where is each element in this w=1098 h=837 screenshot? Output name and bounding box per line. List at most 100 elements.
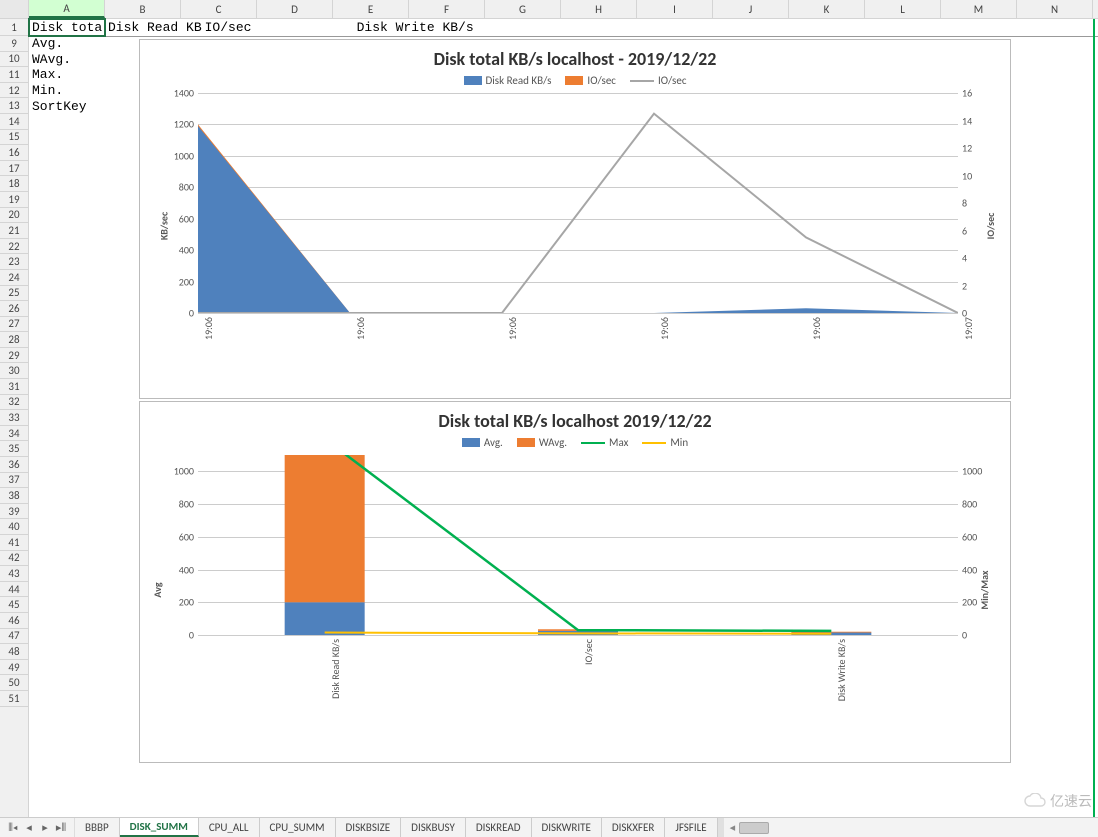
row-header-44[interactable]: 44 [0,582,28,598]
cell-A11[interactable]: Max. [29,67,105,83]
row-header-38[interactable]: 38 [0,488,28,504]
cell-D1[interactable] [278,19,354,36]
col-header-B[interactable]: B [105,0,181,18]
row-header-47[interactable]: 47 [0,629,28,645]
legend-swatch [462,438,480,447]
sheet-tab-diskread[interactable]: DISKREAD [466,818,532,837]
sheet-tab-jfsfile[interactable]: JFSFILE [665,818,717,837]
cell-E1[interactable]: Disk Write KB/s [354,19,474,36]
row-header-30[interactable]: 30 [0,363,28,379]
cell-A10[interactable]: WAvg. [29,52,105,68]
row-header-46[interactable]: 46 [0,613,28,629]
row-header-25[interactable]: 25 [0,286,28,302]
chart-legend: Avg. WAvg. Max Min [140,434,1010,455]
row-header-36[interactable]: 36 [0,457,28,473]
sheet-tab-diskbsize[interactable]: DISKBSIZE [336,818,402,837]
row-header-27[interactable]: 27 [0,317,28,333]
scroll-thumb[interactable] [739,822,769,834]
row-header-22[interactable]: 22 [0,239,28,255]
row-header-10[interactable]: 10 [0,52,28,68]
col-header-E[interactable]: E [333,0,409,18]
row-header-11[interactable]: 11 [0,67,28,83]
row-header-34[interactable]: 34 [0,426,28,442]
row-header-29[interactable]: 29 [0,348,28,364]
cell-B1[interactable]: Disk Read KB [105,19,202,36]
row-header-42[interactable]: 42 [0,551,28,567]
row-header-43[interactable]: 43 [0,566,28,582]
row-header-23[interactable]: 23 [0,254,28,270]
col-header-C[interactable]: C [181,0,257,18]
row-header-24[interactable]: 24 [0,270,28,286]
grid-area[interactable]: 1910111213141516171819202122232425262728… [0,19,1098,817]
row-header-16[interactable]: 16 [0,145,28,161]
col-header-G[interactable]: G [485,0,561,18]
horizontal-scrollbar[interactable]: ◂ [724,818,1098,837]
chart-title: Disk total KB/s localhost 2019/12/22 [140,402,1010,434]
col-header-A[interactable]: A [29,0,105,18]
legend-swatch [642,442,666,444]
x-axis-labels: 19:0619:0619:0619:0619:0619:07 [198,313,960,359]
row-header-48[interactable]: 48 [0,644,28,660]
col-header-M[interactable]: M [941,0,1017,18]
row-header-14[interactable]: 14 [0,114,28,130]
tab-nav-first-icon[interactable]: ⦀◂ [6,821,20,835]
chart-1[interactable]: Disk total KB/s localhost - 2019/12/22 D… [139,39,1011,399]
row-header-35[interactable]: 35 [0,441,28,457]
col-header-H[interactable]: H [561,0,637,18]
row-header-21[interactable]: 21 [0,223,28,239]
row-header-15[interactable]: 15 [0,130,28,146]
row-header-13[interactable]: 13 [0,98,28,114]
row-header-1[interactable]: 1 [0,19,28,36]
col-header-K[interactable]: K [789,0,865,18]
cells[interactable]: Disk tota Disk Read KB IO/sec Disk Write… [29,19,1098,817]
row-header-19[interactable]: 19 [0,192,28,208]
col-header-L[interactable]: L [865,0,941,18]
row-header-20[interactable]: 20 [0,208,28,224]
row-header-26[interactable]: 26 [0,301,28,317]
row-header-12[interactable]: 12 [0,83,28,99]
cell-A13[interactable]: SortKey [29,98,105,114]
legend-item: IO/sec [565,74,616,87]
cell-C1[interactable]: IO/sec [202,19,278,36]
row-header-41[interactable]: 41 [0,535,28,551]
col-header-F[interactable]: F [409,0,485,18]
row-header-50[interactable]: 50 [0,675,28,691]
row-header-51[interactable]: 51 [0,691,28,707]
sheet-tab-cpu_summ[interactable]: CPU_SUMM [260,818,336,837]
row-header-40[interactable]: 40 [0,519,28,535]
col-header-D[interactable]: D [257,0,333,18]
row-header-49[interactable]: 49 [0,660,28,676]
row-header-18[interactable]: 18 [0,176,28,192]
col-header-N[interactable]: N [1017,0,1093,18]
row-header-31[interactable]: 31 [0,379,28,395]
tab-nav-next-icon[interactable]: ▸ [38,821,52,835]
cell-A9[interactable]: Avg. [29,36,105,52]
cell-A12[interactable]: Min. [29,83,105,99]
col-header-I[interactable]: I [637,0,713,18]
sheet-tab-diskxfer[interactable]: DISKXFER [602,818,665,837]
sheet-tab-diskwrite[interactable]: DISKWRITE [532,818,602,837]
select-all-corner[interactable] [0,0,29,18]
chart-2[interactable]: Disk total KB/s localhost 2019/12/22 Avg… [139,401,1011,763]
sheet-tab-diskbusy[interactable]: DISKBUSY [401,818,466,837]
row-header-9[interactable]: 9 [0,36,28,52]
row-header-39[interactable]: 39 [0,504,28,520]
row-header-32[interactable]: 32 [0,395,28,411]
row-header-28[interactable]: 28 [0,332,28,348]
row-header-33[interactable]: 33 [0,410,28,426]
scroll-left-icon[interactable]: ◂ [726,821,740,834]
cell-A1[interactable]: Disk tota [29,19,105,36]
sheet-tab-disk_summ[interactable]: DISK_SUMM [120,818,199,837]
tab-nav-prev-icon[interactable]: ◂ [22,821,36,835]
row-headers: 1910111213141516171819202122232425262728… [0,19,29,817]
watermark: 亿速云 [1024,791,1092,811]
row-header-45[interactable]: 45 [0,597,28,613]
legend-swatch [517,438,535,447]
tab-nav-last-icon[interactable]: ▸⦀ [54,821,68,835]
col-header-J[interactable]: J [713,0,789,18]
sheet-tab-cpu_all[interactable]: CPU_ALL [199,818,260,837]
row-header-37[interactable]: 37 [0,473,28,489]
plot-area: Avg Min/Max 0020020040040060060080080010… [198,455,960,725]
row-header-17[interactable]: 17 [0,161,28,177]
sheet-tab-bbbp[interactable]: BBBP [75,818,120,837]
